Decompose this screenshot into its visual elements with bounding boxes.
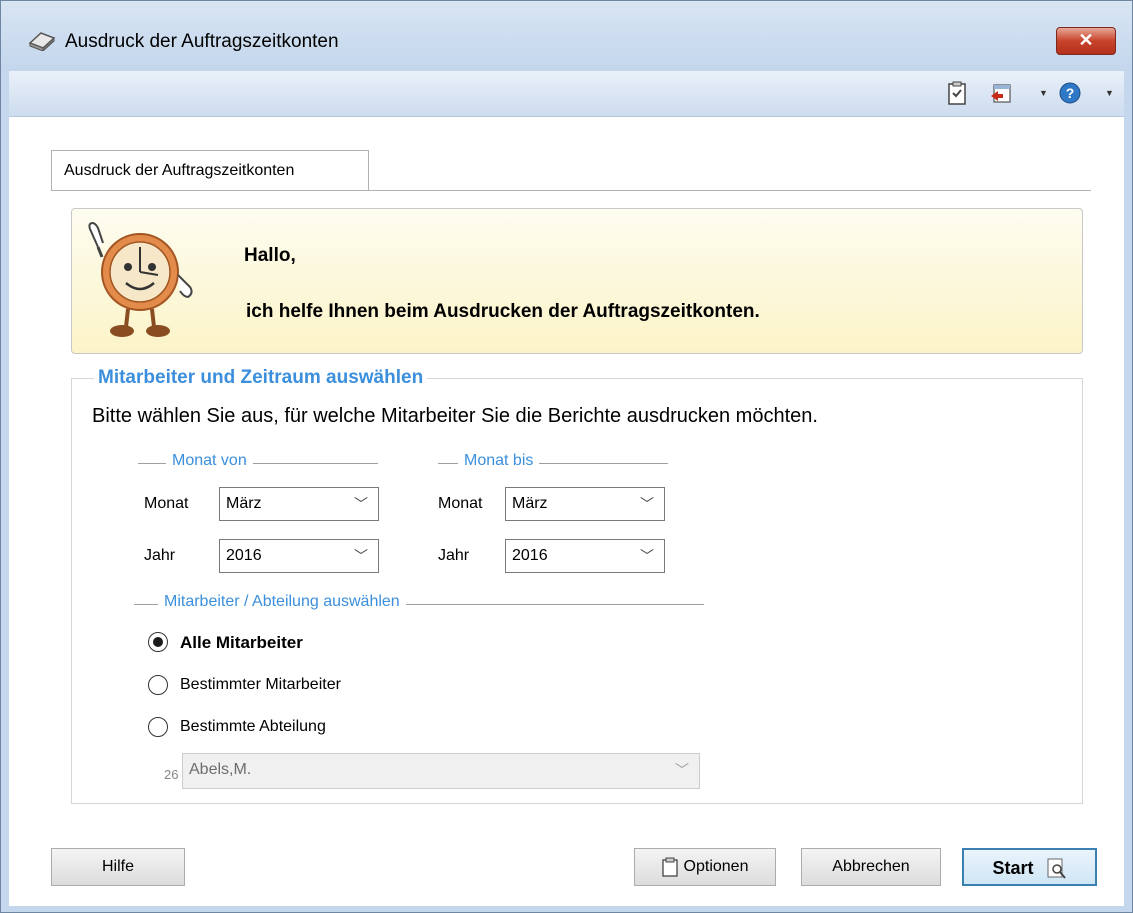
chevron-down-icon: ﹀: [640, 548, 654, 564]
from-year-value: 2016: [226, 547, 262, 564]
svg-text:?: ?: [1066, 85, 1075, 101]
chevron-down-icon: ﹀: [675, 762, 689, 778]
dialog-body: ▼ ? ▼ Ausdruck der Auftragszeitkonten Ha…: [9, 71, 1124, 906]
start-button[interactable]: Start: [962, 848, 1097, 886]
from-section-title: Monat von: [166, 452, 253, 470]
employee-period-group: Mitarbeiter und Zeitraum auswählen Bitte…: [71, 367, 1083, 804]
radio-specific-department[interactable]: [148, 717, 168, 737]
exit-dropdown-arrow-icon[interactable]: ▼: [1039, 88, 1048, 98]
chevron-down-icon: ﹀: [354, 496, 368, 512]
from-month-value: März: [226, 495, 262, 512]
help-dropdown-arrow-icon[interactable]: ▼: [1105, 88, 1114, 98]
close-button[interactable]: ✕: [1056, 27, 1116, 55]
tab-print[interactable]: Ausdruck der Auftragszeitkonten: [51, 150, 369, 191]
assistant-banner: Hallo, ich helfe Ihnen beim Ausdrucken d…: [71, 208, 1083, 354]
radio-specific-employee[interactable]: [148, 675, 168, 695]
print-dialog-window: Ausdruck der Auftragszeitkonten ✕ ▼ ? ▼ …: [0, 0, 1133, 913]
to-year-label: Jahr: [438, 547, 470, 564]
window-title: Ausdruck der Auftragszeitkonten: [65, 31, 339, 52]
from-year-label: Jahr: [144, 547, 176, 564]
all-employees-label[interactable]: Alle Mitarbeiter: [180, 633, 303, 653]
options-button[interactable]: Optionen: [634, 848, 776, 886]
print-preview-icon: [1047, 858, 1066, 879]
group-title: Mitarbeiter und Zeitraum auswählen: [94, 367, 428, 389]
clock-mascot-icon: [88, 221, 193, 337]
selection-section-title: Mitarbeiter / Abteilung auswählen: [158, 593, 406, 611]
from-month-select[interactable]: März ﹀: [219, 487, 379, 521]
clipboard-icon: [661, 857, 678, 877]
to-section-title: Monat bis: [458, 452, 540, 470]
cancel-button[interactable]: Abbrechen: [801, 848, 941, 886]
exit-icon[interactable]: [989, 81, 1011, 105]
toolbar: ▼ ? ▼: [9, 71, 1124, 117]
chevron-down-icon: ﹀: [354, 548, 368, 564]
group-description: Bitte wählen Sie aus, für welche Mitarbe…: [92, 405, 818, 427]
options-label: Optionen: [683, 858, 749, 875]
employee-number: 26: [164, 767, 179, 782]
employee-select: Abels,M. ﹀: [182, 753, 700, 789]
greeting-text: Hallo,: [244, 245, 296, 266]
from-month-label: Monat: [144, 495, 189, 512]
printer-icon: [28, 32, 56, 51]
assistant-message: ich helfe Ihnen beim Ausdrucken der Auft…: [246, 301, 760, 322]
specific-employee-label[interactable]: Bestimmter Mitarbeiter: [180, 676, 341, 694]
title-bar: Ausdruck der Auftragszeitkonten ✕: [1, 1, 1132, 71]
to-month-label: Monat: [438, 495, 483, 512]
specific-department-label[interactable]: Bestimmte Abteilung: [180, 718, 326, 736]
to-year-value: 2016: [512, 547, 548, 564]
to-month-select[interactable]: März ﹀: [505, 487, 665, 521]
to-year-select[interactable]: 2016 ﹀: [505, 539, 665, 573]
help-button[interactable]: Hilfe: [51, 848, 185, 886]
employee-value: Abels,M.: [189, 761, 252, 778]
from-year-select[interactable]: 2016 ﹀: [219, 539, 379, 573]
help-icon[interactable]: ?: [1059, 81, 1081, 105]
tab-panel: Hallo, ich helfe Ihnen beim Ausdrucken d…: [51, 190, 1091, 825]
start-label: Start: [992, 858, 1034, 878]
chevron-down-icon: ﹀: [640, 496, 654, 512]
radio-all-employees[interactable]: [148, 632, 168, 652]
clipboard-icon[interactable]: [946, 81, 968, 105]
to-month-value: März: [512, 495, 548, 512]
